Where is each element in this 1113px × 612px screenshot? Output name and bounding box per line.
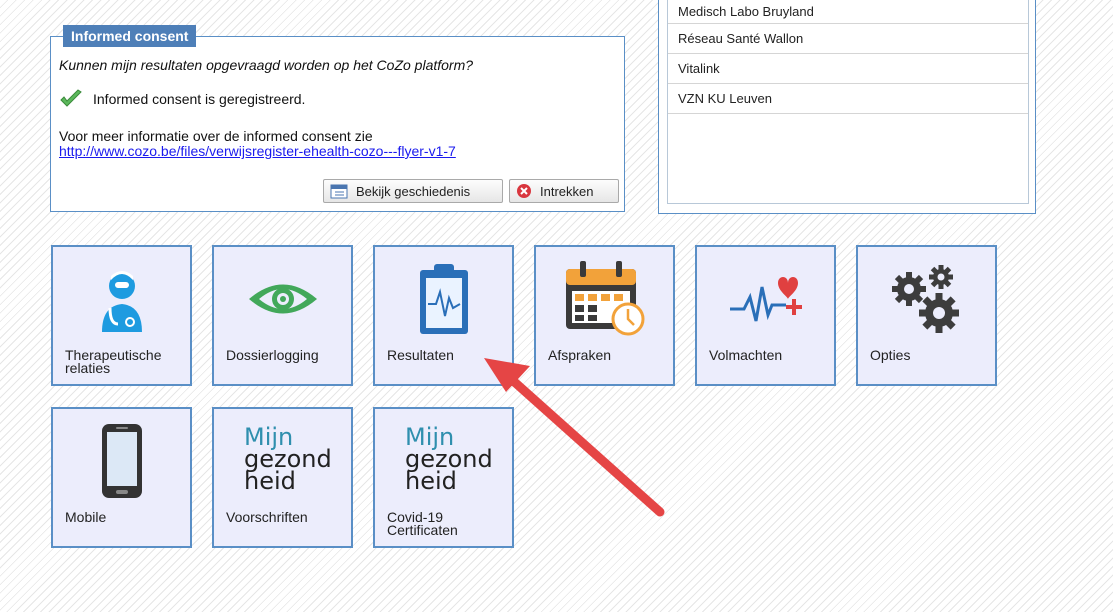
providers-list: Medisch Labo Bruyland Réseau Santé Wallo…	[667, 0, 1029, 204]
tile-label: Covid-19 Certificaten	[387, 509, 458, 538]
tile-label: Resultaten	[387, 347, 454, 363]
tile-covid-certificaten[interactable]: Mijn gezond heid Covid-19 Certificaten	[373, 407, 514, 548]
tile-label: Voorschriften	[226, 509, 308, 525]
view-history-label: Bekijk geschiedenis	[356, 183, 471, 199]
logo-heid: heid	[244, 467, 296, 495]
tile-voorschriften[interactable]: Mijn gezond heid Voorschriften	[212, 407, 353, 548]
doctor-icon	[53, 261, 190, 337]
tile-opties[interactable]: Opties	[856, 245, 997, 386]
calendar-small-icon	[330, 184, 348, 199]
tile-label: Opties	[870, 347, 911, 363]
providers-panel: Medisch Labo Bruyland Réseau Santé Wallo…	[658, 0, 1036, 214]
checkmark-icon	[60, 89, 82, 107]
consent-question: Kunnen mijn resultaten opgevraagd worden…	[59, 57, 474, 73]
tile-afspraken[interactable]: Afspraken	[534, 245, 675, 386]
tile-label: Therapeutische relaties	[65, 347, 162, 376]
view-history-button[interactable]: Bekijk geschiedenis	[323, 179, 503, 203]
provider-item[interactable]: Réseau Santé Wallon	[668, 24, 1028, 54]
consent-info-link[interactable]: http://www.cozo.be/files/verwijsregister…	[59, 143, 456, 159]
tile-therapeutische-relaties[interactable]: Therapeutische relaties	[51, 245, 192, 386]
tile-volmachten[interactable]: Volmachten	[695, 245, 836, 386]
tile-dossierlogging[interactable]: Dossierlogging	[212, 245, 353, 386]
provider-item[interactable]: Medisch Labo Bruyland	[668, 0, 1028, 24]
consent-info-text: Voor meer informatie over de informed co…	[59, 128, 373, 144]
tile-label: Dossierlogging	[226, 347, 319, 363]
calendar-icon	[536, 261, 673, 337]
informed-consent-panel: Informed consent Kunnen mijn resultaten …	[50, 25, 625, 212]
heartbeat-icon	[697, 261, 834, 337]
logo-heid: heid	[405, 467, 457, 495]
cancel-icon	[517, 184, 531, 198]
tile-label: Volmachten	[709, 347, 783, 363]
consent-status-text: Informed consent is geregistreerd.	[93, 91, 306, 107]
eye-icon	[214, 261, 351, 337]
consent-legend: Informed consent	[63, 25, 197, 47]
smartphone-icon	[53, 423, 190, 499]
tile-label: Mobile	[65, 509, 107, 525]
tile-label: Afspraken	[548, 347, 612, 363]
provider-item[interactable]: VZN KU Leuven	[668, 84, 1028, 114]
revoke-button[interactable]: Intrekken	[509, 179, 619, 203]
gears-icon	[858, 261, 995, 337]
provider-item[interactable]: Vitalink	[668, 54, 1028, 84]
mijn-gezondheid-logo: Mijn gezond heid	[214, 421, 351, 497]
tile-resultaten[interactable]: Resultaten	[373, 245, 514, 386]
revoke-label: Intrekken	[540, 183, 594, 199]
mijn-gezondheid-logo: Mijn gezond heid	[375, 421, 512, 497]
clipboard-icon	[375, 261, 512, 337]
consent-status: Informed consent is geregistreerd.	[59, 89, 305, 109]
tile-mobile[interactable]: Mobile	[51, 407, 192, 548]
